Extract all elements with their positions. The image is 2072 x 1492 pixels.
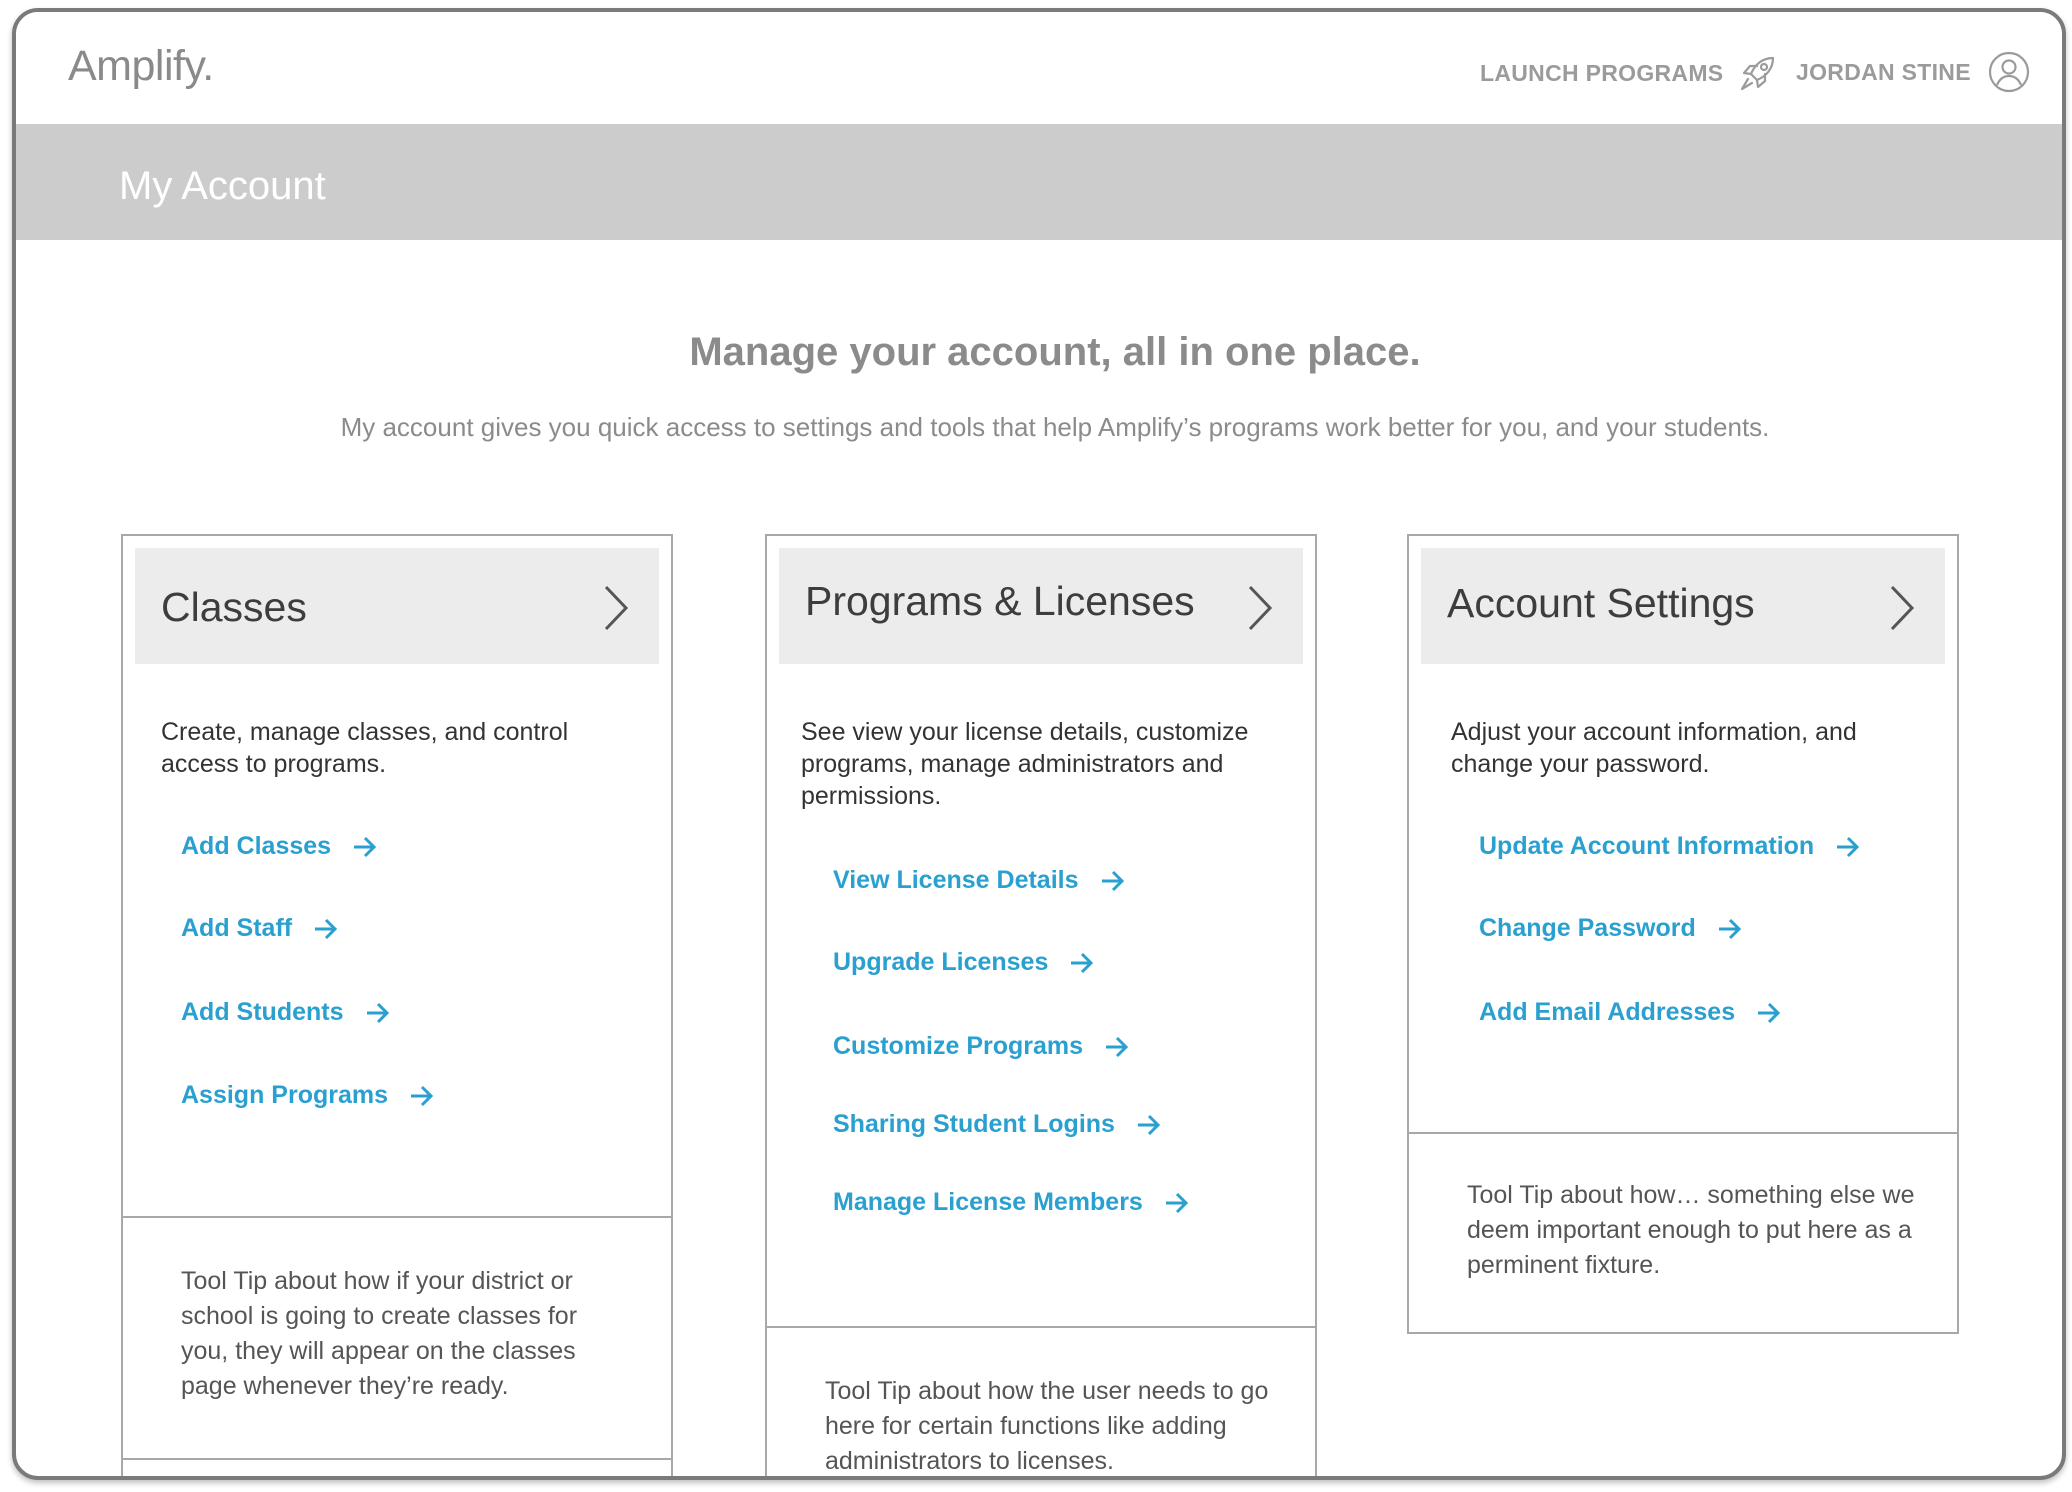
link-label: Assign Programs (181, 1081, 389, 1109)
launch-programs-button[interactable]: LAUNCH PROGRAMS (1480, 52, 1779, 94)
view-license-details-link[interactable]: View License Details (833, 866, 1125, 895)
add-students-link[interactable]: Add Students (181, 998, 390, 1027)
add-classes-link[interactable]: Add Classes (181, 832, 377, 861)
card-divider (123, 1458, 671, 1460)
manage-license-members-link[interactable]: Manage License Members (833, 1188, 1189, 1217)
intro-headline: Manage your account, all in one place. (689, 330, 1421, 374)
add-email-addresses-link[interactable]: Add Email Addresses (1479, 998, 1781, 1027)
card-divider (123, 1216, 671, 1218)
link-label: Manage License Members (833, 1188, 1143, 1216)
page-title-banner: My Account (16, 124, 2062, 240)
chevron-right-icon (1248, 585, 1273, 631)
programs-licenses-card-description: See view your license details, customize… (801, 718, 1249, 810)
link-label: Customize Programs (833, 1032, 1084, 1060)
update-account-information-link[interactable]: Update Account Information (1479, 832, 1860, 861)
account-settings-card-header[interactable]: Account Settings (1421, 548, 1945, 664)
link-label: Add Students (181, 998, 344, 1026)
user-name-label: JORDAN STINE (1796, 58, 1971, 85)
programs-licenses-card-header[interactable]: Programs & Licenses (779, 548, 1303, 664)
programs-licenses-card-title: Programs & Licenses (805, 578, 1195, 624)
app-window: Amplify. LAUNCH PROGRAMS JORDAN STINE My… (12, 8, 2066, 1480)
arrow-right-icon (411, 1085, 434, 1106)
link-label: Upgrade Licenses (833, 948, 1049, 976)
add-staff-link[interactable]: Add Staff (181, 914, 338, 943)
arrow-right-icon (366, 1002, 389, 1023)
link-label: Update Account Information (1479, 832, 1815, 860)
classes-tooltip-text: Tool Tip about how if your district or s… (181, 1267, 578, 1400)
rocket-icon (1741, 56, 1775, 91)
classes-card-title: Classes (161, 584, 307, 630)
card-divider (1409, 1132, 1957, 1134)
change-password-link[interactable]: Change Password (1479, 914, 1742, 943)
arrow-right-icon (1165, 1192, 1188, 1213)
account-settings-card: Account Settings Adjust your account inf… (1407, 534, 1959, 1334)
user-menu-button[interactable]: JORDAN STINE (1796, 50, 2031, 94)
programs-licenses-card: Programs & Licenses See view your licens… (765, 534, 1317, 1476)
arrow-right-icon (354, 836, 377, 857)
arrow-right-icon (315, 918, 338, 939)
account-settings-card-description: Adjust your account information, and cha… (1451, 718, 1857, 778)
arrow-right-icon (1137, 1114, 1161, 1135)
link-label: Sharing Student Logins (833, 1110, 1115, 1138)
assign-programs-link[interactable]: Assign Programs (181, 1081, 434, 1110)
arrow-right-icon (1101, 870, 1124, 891)
arrow-right-icon (1718, 918, 1741, 939)
link-label: Change Password (1479, 914, 1696, 942)
classes-card-header[interactable]: Classes (135, 548, 659, 664)
chevron-right-icon (1890, 585, 1915, 631)
launch-programs-label: LAUNCH PROGRAMS (1480, 59, 1724, 86)
classes-card-description: Create, manage classes, and control acce… (161, 718, 569, 778)
chevron-right-icon (604, 585, 629, 631)
link-label: Add Classes (181, 832, 332, 860)
arrow-right-icon (1071, 952, 1094, 973)
top-navigation-bar: Amplify. LAUNCH PROGRAMS JORDAN STINE (16, 12, 2062, 124)
classes-card: Classes Create, manage classes, and cont… (121, 534, 673, 1476)
customize-programs-link[interactable]: Customize Programs (833, 1032, 1129, 1061)
page-title: My Account (119, 164, 326, 208)
link-label: View License Details (833, 866, 1079, 894)
arrow-right-icon (1106, 1036, 1129, 1057)
sharing-student-logins-link[interactable]: Sharing Student Logins (833, 1110, 1161, 1139)
amplify-logo[interactable]: Amplify. (68, 42, 214, 91)
link-label: Add Staff (181, 914, 293, 942)
user-circle-icon (1988, 51, 2029, 93)
arrow-right-icon (1837, 836, 1860, 857)
arrow-right-icon (1758, 1002, 1781, 1023)
account-settings-card-title: Account Settings (1447, 580, 1755, 626)
account-settings-tooltip-text: Tool Tip about how… something else we de… (1467, 1181, 1915, 1279)
programs-licenses-tooltip-text: Tool Tip about how the user needs to go … (825, 1377, 1269, 1475)
upgrade-licenses-link[interactable]: Upgrade Licenses (833, 948, 1094, 977)
intro-subline: My account gives you quick access to set… (340, 412, 1770, 442)
link-label: Add Email Addresses (1479, 998, 1736, 1026)
card-divider (767, 1326, 1315, 1328)
